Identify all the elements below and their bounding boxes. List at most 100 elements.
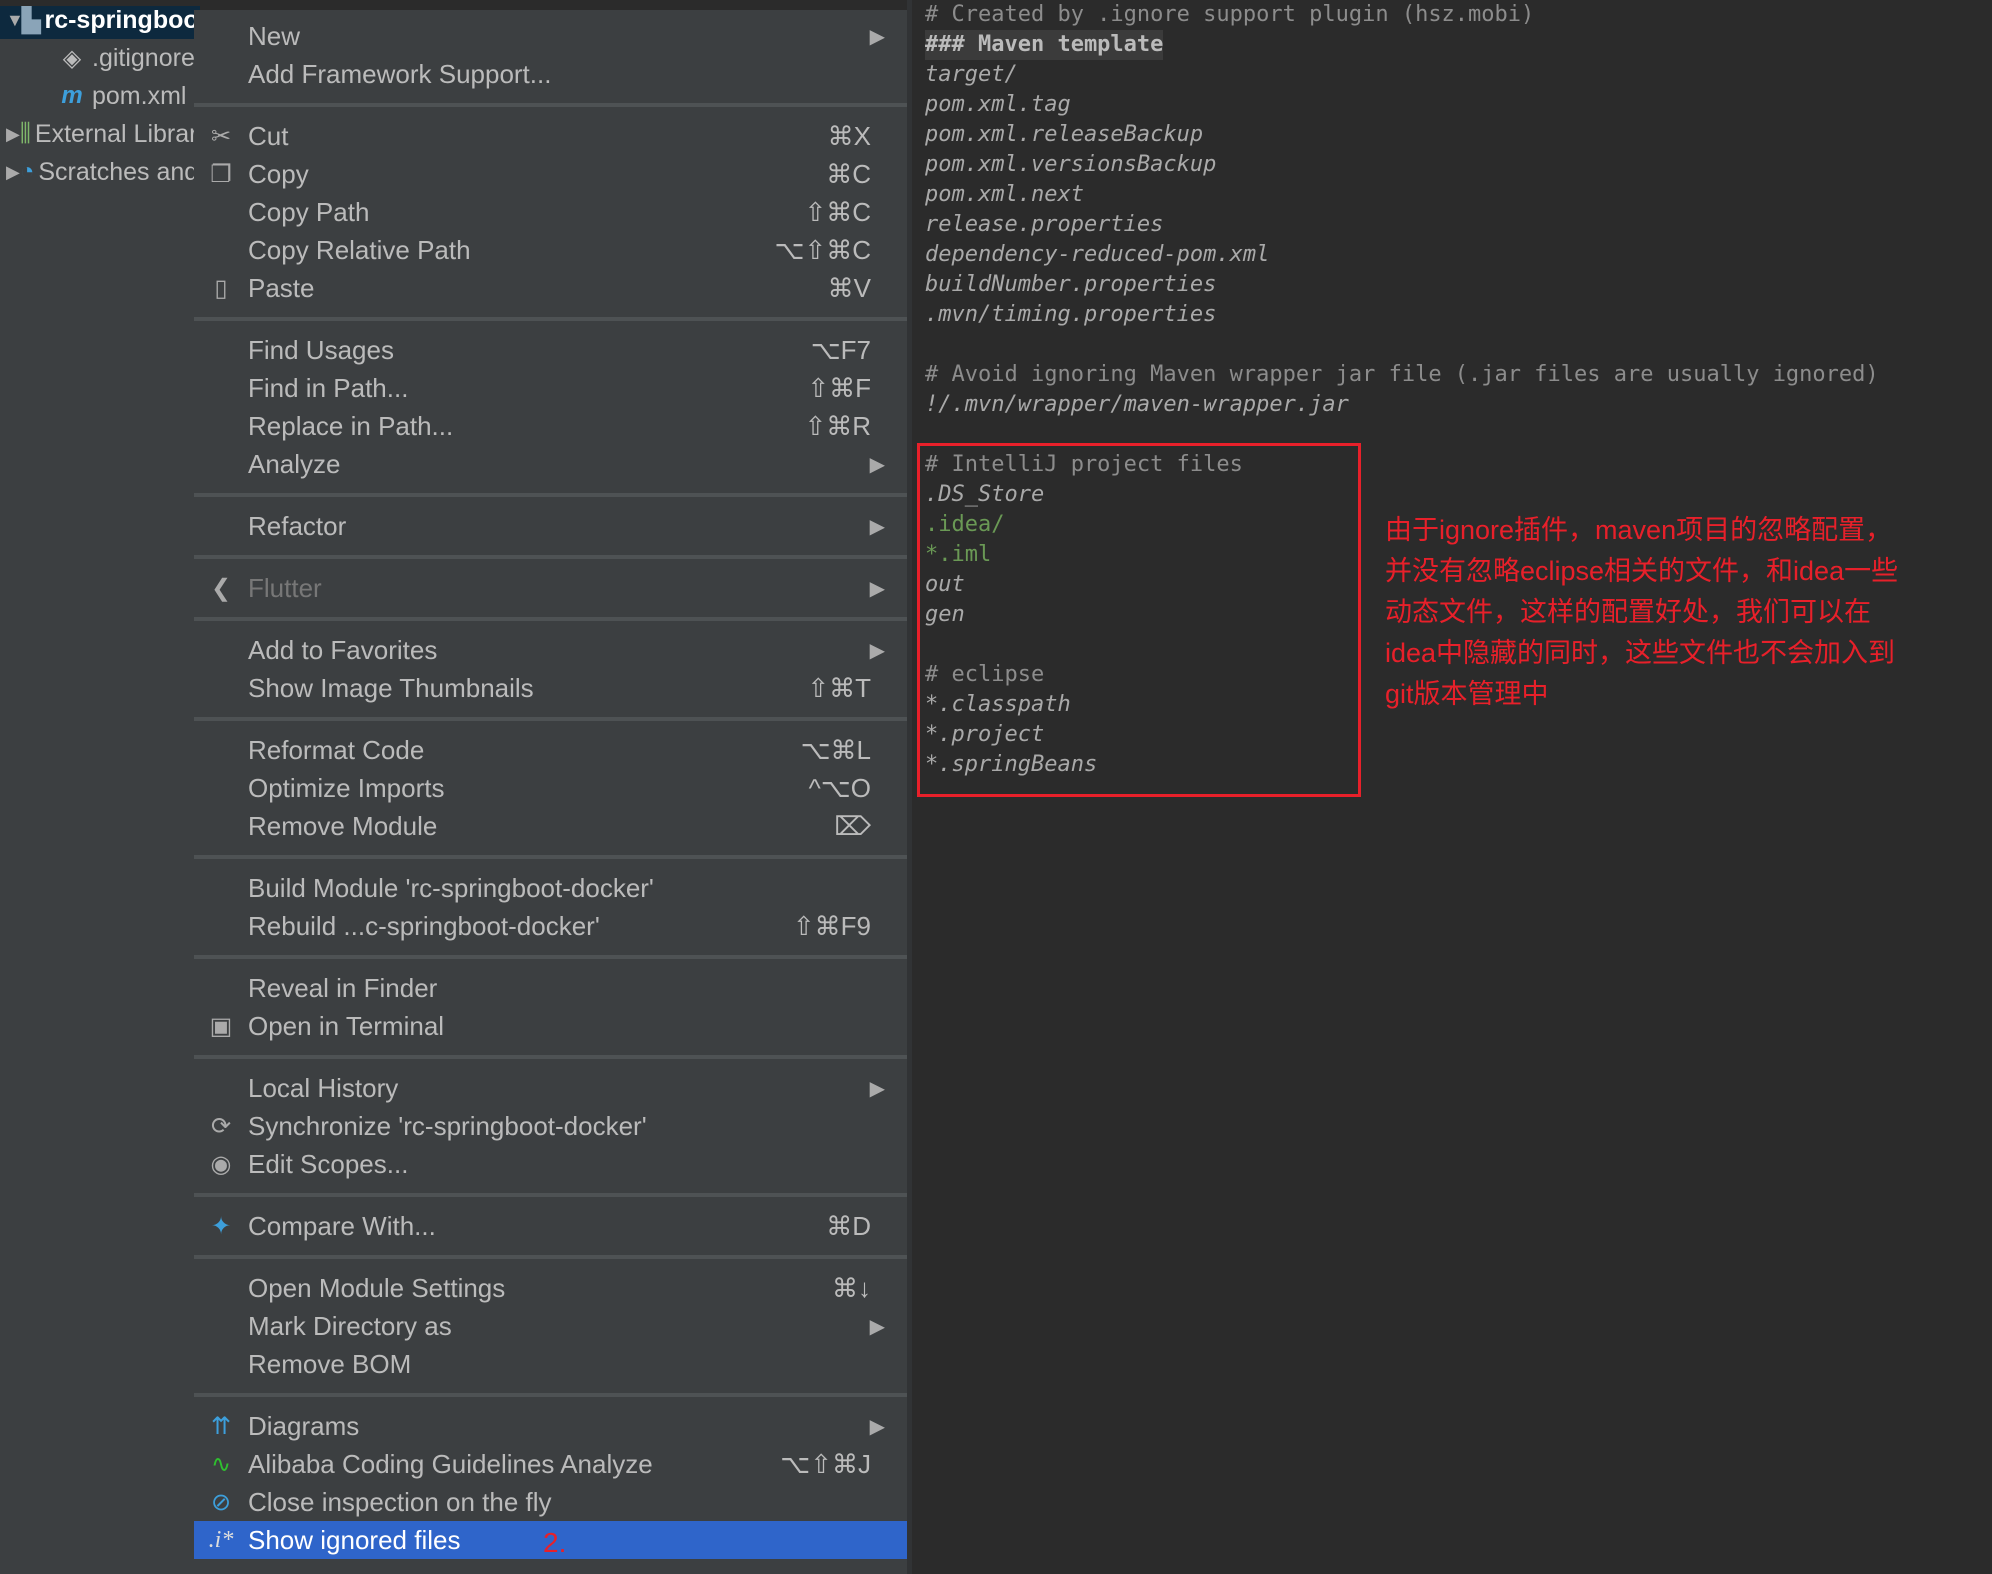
menu-item-copy-relative-path[interactable]: Copy Relative Path ⌥⇧⌘C (194, 231, 907, 269)
menu-item-label: Close inspection on the fly (248, 1486, 552, 1517)
menu-item-label: Local History (248, 1072, 399, 1103)
shortcut: ⌘D (826, 1210, 871, 1241)
submenu-arrow-icon: ▶ (869, 1415, 885, 1438)
shortcut: ⌥⌘L (800, 734, 871, 765)
menu-item-find-usages[interactable]: Find Usages ⌥F7 (194, 331, 907, 369)
menu-item-add-framework-support[interactable]: Add Framework Support... (194, 55, 907, 93)
menu-item-refactor[interactable]: Refactor ▶ (194, 507, 907, 545)
menu-separator (194, 845, 907, 869)
submenu-arrow-icon: ▶ (869, 1315, 885, 1338)
menu-separator (194, 1183, 907, 1207)
menu-item-show-image-thumbnails[interactable]: Show Image Thumbnails ⇧⌘T (194, 669, 907, 707)
menu-item-label: Analyze (248, 448, 341, 479)
menu-item-synchronize-rc-springboot-docker[interactable]: ⟳ Synchronize 'rc-springboot-docker' (194, 1107, 907, 1145)
expand-right-icon[interactable]: ▶ (6, 162, 20, 183)
menu-item-label: Add to Favorites (248, 634, 438, 665)
menu-item-local-history[interactable]: Local History ▶ (194, 1069, 907, 1107)
shortcut: ⌥⇧⌘C (774, 234, 871, 265)
menu-item-compare-with[interactable]: ✦ Compare With... ⌘D (194, 1207, 907, 1245)
editor-line: pom.xml.versionsBackup (925, 152, 1217, 177)
editor-line: .mvn/timing.properties (925, 302, 1217, 327)
tree-item-label: External Libraries (34, 119, 200, 148)
menu-item-analyze[interactable]: Analyze ▶ (194, 445, 907, 483)
shortcut: ⇧⌘R (804, 410, 871, 441)
submenu-arrow-icon: ▶ (869, 453, 885, 476)
menu-item-remove-bom[interactable]: Remove BOM (194, 1345, 907, 1383)
editor-line: pom.xml.next (925, 182, 1084, 207)
menu-item-copy-path[interactable]: Copy Path ⇧⌘C (194, 193, 907, 231)
highlight-box (917, 443, 1361, 797)
annotation-line: idea中隐藏的同时，这些文件也不会加入到 (1385, 638, 1896, 668)
menu-item-alibaba-coding-guidelines-analyze[interactable]: ∿ Alibaba Coding Guidelines Analyze ⌥⇧⌘J (194, 1445, 907, 1483)
menu-item-label: Remove BOM (248, 1348, 412, 1379)
shortcut: ⇧⌘C (804, 196, 871, 227)
menu-item-optimize-imports[interactable]: Optimize Imports ^⌥O (194, 769, 907, 807)
menu-item-label: Find Usages (248, 334, 394, 365)
menu-item-open-in-terminal[interactable]: ▣ Open in Terminal (194, 1007, 907, 1045)
tree-item-external-libraries[interactable]: ▶⫼External Libraries (0, 115, 200, 153)
menu-item-paste[interactable]: ▯ Paste ⌘V (194, 269, 907, 307)
alibaba-analyze-icon: ∿ (210, 1450, 232, 1478)
menu-item-label: Cut (248, 120, 289, 151)
menu-item-diagrams[interactable]: ⇈ Diagrams ▶ (194, 1407, 907, 1445)
menu-item-remove-module[interactable]: Remove Module ⌦ (194, 807, 907, 845)
context-menu: New ▶ Add Framework Support... ✂ Cut ⌘X ❐ Copy ⌘… (194, 10, 907, 1574)
menu-item-new[interactable]: New ▶ (194, 17, 907, 55)
tree-item-rc-springboot-docker[interactable]: ▼▙rc-springboot-docker (0, 1, 200, 39)
menu-item-edit-scopes[interactable]: ◉ Edit Scopes... (194, 1145, 907, 1183)
menu-item-copy[interactable]: ❐ Copy ⌘C (194, 155, 907, 193)
tree-item-scratches-and-consoles[interactable]: ▶◔Scratches and Consoles (0, 153, 200, 191)
menu-item-label: Edit Scopes... (248, 1148, 409, 1179)
submenu-arrow-icon: ▶ (869, 25, 885, 48)
shortcut: ⇧⌘F9 (792, 910, 871, 941)
menu-item-find-in-path[interactable]: Find in Path... ⇧⌘F (194, 369, 907, 407)
ignored-files-icon: .i* (208, 1526, 234, 1553)
annotation-line: 动态文件，这样的配置好处，我们可以在 (1385, 597, 1871, 627)
editor-line: # Avoid ignoring Maven wrapper jar file … (925, 362, 1879, 387)
menu-item-rebuild-c-springboot-docker[interactable]: Rebuild ...c-springboot-docker' ⇧⌘F9 (194, 907, 907, 945)
annotation-line: 并没有忽略eclipse相关的文件，和idea一些 (1385, 556, 1899, 586)
menu-item-add-to-favorites[interactable]: Add to Favorites ▶ (194, 631, 907, 669)
tree-item-pom-xml[interactable]: m pom.xml (0, 77, 200, 115)
git-file-icon: ◈ (62, 44, 82, 72)
flutter-icon: ❮ (210, 574, 232, 602)
compare-icon: ✦ (210, 1212, 232, 1240)
menu-item-cut[interactable]: ✂ Cut ⌘X (194, 117, 907, 155)
shortcut: ⌥F7 (810, 334, 871, 365)
shortcut: ⌘X (827, 120, 871, 151)
menu-item-replace-in-path[interactable]: Replace in Path... ⇧⌘R (194, 407, 907, 445)
menu-item-label: Mark Directory as (248, 1310, 452, 1341)
expand-down-icon[interactable]: ▼ (6, 10, 24, 31)
menu-separator (194, 307, 907, 331)
editor-line: ### Maven template (925, 30, 1164, 60)
project-tree: ▼▙rc-springboot-docker ◈ .gitignore m pom.xm… (0, 0, 200, 1574)
expand-right-icon[interactable]: ▶ (6, 124, 20, 145)
menu-item-open-module-settings[interactable]: Open Module Settings ⌘↓ (194, 1269, 907, 1307)
editor-line: target/ (925, 62, 1018, 87)
menu-item-flutter[interactable]: ❮ Flutter ▶ (194, 569, 907, 607)
menu-item-label: Open Module Settings (248, 1272, 506, 1303)
shortcut: ⌦ (834, 810, 871, 841)
shortcut: ^⌥O (808, 772, 871, 803)
tree-item-label: Scratches and Consoles (38, 157, 200, 186)
menu-item-label: Synchronize 'rc-springboot-docker' (248, 1110, 647, 1141)
annotation-note: 由于ignore插件，maven项目的忽略配置， 并没有忽略eclipse相关的文… (1385, 510, 1945, 715)
menu-separator (194, 1245, 907, 1269)
menu-separator (194, 93, 907, 117)
shortcut: ⇧⌘F (807, 372, 871, 403)
editor-line: buildNumber.properties (925, 272, 1217, 297)
menu-item-label: Add Framework Support... (248, 58, 552, 89)
menu-item-label: Show ignored files (248, 1524, 461, 1555)
menu-item-reformat-code[interactable]: Reformat Code ⌥⌘L (194, 731, 907, 769)
tree-item-gitignore[interactable]: ◈ .gitignore (0, 39, 200, 77)
libraries-icon: ⫼ (19, 120, 31, 147)
menu-item-reveal-in-finder[interactable]: Reveal in Finder (194, 969, 907, 1007)
editor-line: release.properties (925, 212, 1164, 237)
menu-item-close-inspection-on-the-fly[interactable]: ⊘ Close inspection on the fly (194, 1483, 907, 1521)
menu-item-label: Compare With... (248, 1210, 436, 1241)
step-marker: 2. (543, 1527, 567, 1558)
menu-item-label: Reveal in Finder (248, 972, 438, 1003)
menu-item-mark-directory-as[interactable]: Mark Directory as ▶ (194, 1307, 907, 1345)
menu-item-build-module-rc-springboot-docker[interactable]: Build Module 'rc-springboot-docker' (194, 869, 907, 907)
annotation-line: 由于ignore插件，maven项目的忽略配置， (1385, 515, 1893, 545)
